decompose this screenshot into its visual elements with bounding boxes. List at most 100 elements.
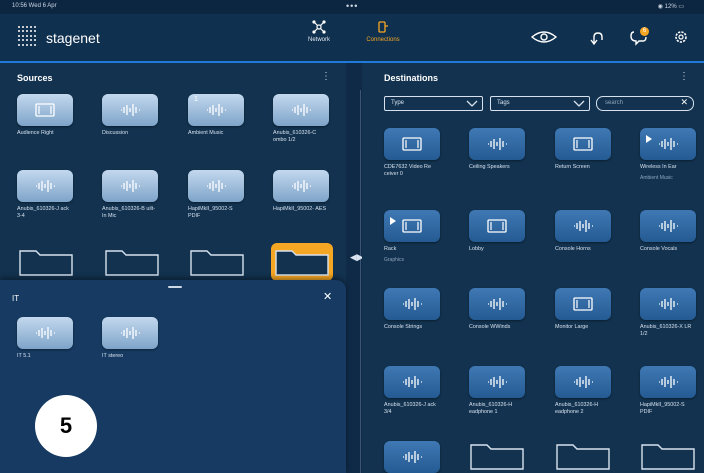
destination-tile[interactable]: Rack Graphics: [384, 210, 440, 264]
destination-tile-button[interactable]: [555, 128, 611, 160]
destinations-title: Destinations: [384, 73, 439, 83]
close-sheet-icon[interactable]: ✕: [323, 290, 332, 303]
destination-tile[interactable]: Console Horns: [555, 210, 611, 253]
waveform-icon: [659, 298, 678, 310]
folder-item-tile[interactable]: IT stereo: [102, 317, 158, 360]
folder-sheet-title: IT: [12, 294, 20, 303]
waveform-icon: [488, 298, 507, 310]
source-tile[interactable]: Anubis_610326-B uilt-In Mic: [102, 170, 158, 220]
search-input[interactable]: search ✕: [596, 96, 694, 111]
destination-tile[interactable]: Ceiling Speakers: [469, 128, 525, 171]
waveform-icon: [36, 180, 55, 192]
source-tile[interactable]: HapiMkII_95002-S PDIF: [188, 170, 244, 220]
settings-gear-icon[interactable]: [674, 30, 688, 44]
destination-tile-button[interactable]: [469, 288, 525, 320]
source-tile-button[interactable]: [17, 170, 73, 202]
destination-tile-button[interactable]: [384, 210, 440, 242]
type-filter-select[interactable]: Type: [384, 96, 483, 111]
destination-tile-button[interactable]: [640, 210, 696, 242]
waveform-icon: [488, 376, 507, 388]
destination-tile[interactable]: Console Vocals: [640, 210, 696, 253]
destination-tile-button[interactable]: [555, 288, 611, 320]
destination-tile-sublabel: Ambient Music: [640, 175, 673, 181]
undo-icon[interactable]: [589, 30, 605, 46]
destination-tile[interactable]: Lobby: [469, 210, 525, 253]
source-tile-button[interactable]: [273, 94, 329, 126]
destination-tile-button[interactable]: [555, 210, 611, 242]
destination-folder[interactable]: [469, 441, 525, 471]
destination-tile-button[interactable]: [384, 366, 440, 398]
waveform-icon: [36, 327, 55, 339]
source-tile[interactable]: 1 Ambient Music: [188, 94, 244, 137]
screen-icon: [573, 137, 593, 151]
destination-tile[interactable]: Wireless In Ear Ambient Music: [640, 128, 696, 182]
destination-folder[interactable]: [555, 441, 611, 471]
destination-tile[interactable]: Console Strings: [384, 288, 440, 331]
destination-tile-label: Wireless In Ear: [640, 164, 677, 170]
play-indicator-icon: [390, 217, 396, 225]
destination-tile-button[interactable]: [469, 366, 525, 398]
tab-network[interactable]: Network: [289, 20, 349, 43]
source-folder-selected[interactable]: [271, 243, 333, 281]
tags-filter-select[interactable]: Tags: [490, 96, 590, 111]
destination-tile-button[interactable]: [640, 288, 696, 320]
destination-tile-label: Return Screen: [555, 164, 590, 170]
destination-tile[interactable]: Console WWinds: [469, 288, 525, 331]
source-tile-label: Discussion: [102, 130, 129, 136]
destination-tile[interactable]: Anubis_610326-X LR 1/2: [640, 288, 696, 338]
sources-menu-icon[interactable]: ⋮: [321, 71, 331, 82]
destination-tile-button[interactable]: [640, 366, 696, 398]
destination-tile-button[interactable]: [384, 441, 440, 473]
source-tile-label: Audience Right: [17, 130, 54, 136]
notifications-button[interactable]: 6: [630, 27, 649, 51]
destination-tile[interactable]: Anubis_610326-H eadphone 1: [469, 366, 525, 416]
destination-tile[interactable]: Anubis_610326-H eadphone 2: [555, 366, 611, 416]
destination-tile[interactable]: HapiMkII_95002-S PDIF: [640, 366, 696, 416]
folder-item-tile-button[interactable]: [102, 317, 158, 349]
step-number-badge: 5: [35, 395, 97, 457]
destination-tile[interactable]: Monitor Large: [555, 288, 611, 331]
destination-tile-button[interactable]: [384, 128, 440, 160]
sheet-drag-handle[interactable]: [168, 286, 182, 288]
waveform-icon: [659, 138, 678, 150]
wifi-icon: ◉: [657, 4, 663, 10]
source-tile-button[interactable]: [102, 94, 158, 126]
source-tile-button[interactable]: [273, 170, 329, 202]
destinations-menu-icon[interactable]: ⋮: [679, 71, 689, 82]
destination-tile-button[interactable]: [555, 366, 611, 398]
source-tile-button[interactable]: [102, 170, 158, 202]
folder-item-tile[interactable]: IT 5.1: [17, 317, 73, 360]
destination-tile-button[interactable]: [384, 288, 440, 320]
destination-tile[interactable]: CDE7632 Video Re ceiver 0: [384, 128, 440, 178]
eye-icon[interactable]: [530, 30, 558, 44]
tab-connections[interactable]: Connections: [353, 20, 413, 43]
panel-divider[interactable]: [360, 90, 361, 473]
status-bar: 10:56 Wed 6 Apr ••• ◉ 12% ▭: [0, 0, 704, 14]
destination-tile[interactable]: Return Screen: [555, 128, 611, 171]
source-tile-button[interactable]: [188, 170, 244, 202]
folder-item-tile-label: IT 5.1: [17, 353, 31, 359]
source-folder[interactable]: [104, 247, 160, 277]
multitask-dots[interactable]: •••: [346, 1, 358, 11]
destination-tile-button[interactable]: [469, 128, 525, 160]
folder-item-tile-button[interactable]: [17, 317, 73, 349]
folder-item-tile-label: IT stereo: [102, 353, 124, 359]
destination-tile-button[interactable]: [469, 210, 525, 242]
destination-tile-partial[interactable]: [384, 441, 440, 473]
destination-tile-button[interactable]: [640, 128, 696, 160]
source-tile[interactable]: HapiMkII_95002- AES: [273, 170, 329, 213]
source-tile[interactable]: Discussion: [102, 94, 158, 137]
source-tile[interactable]: Anubis_610326-J ack 3-4: [17, 170, 73, 220]
destination-tile[interactable]: Anubis_610326-J ack 3/4: [384, 366, 440, 416]
destination-tile-label: Anubis_610326-X LR 1/2: [640, 324, 692, 337]
source-tile-button[interactable]: [17, 94, 73, 126]
source-tile[interactable]: Anubis_610326-C ombo 1/2: [273, 94, 329, 144]
source-tile-button[interactable]: 1: [188, 94, 244, 126]
destination-tile-label: Ceiling Speakers: [469, 164, 510, 170]
clear-search-icon[interactable]: ✕: [680, 97, 688, 108]
source-folder[interactable]: [18, 247, 74, 277]
source-tile[interactable]: Audience Right: [17, 94, 73, 137]
destination-folder[interactable]: [640, 441, 696, 471]
source-tile-label: HapiMkII_95002-S PDIF: [188, 206, 233, 219]
source-folder[interactable]: [189, 247, 245, 277]
